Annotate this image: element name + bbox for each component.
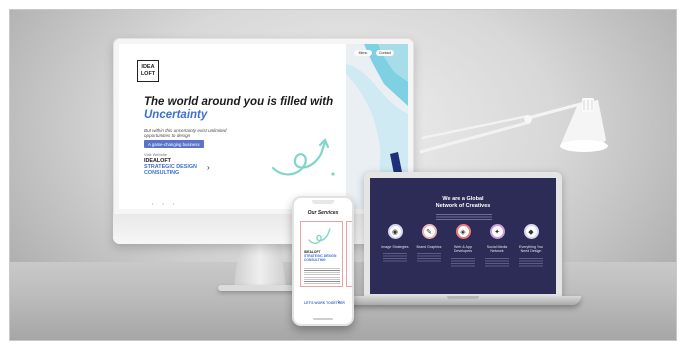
service-card-title: IDEALOFT STRATEGIC DESIGN CONSULTING [304, 250, 336, 262]
phone-title: Our Services [307, 210, 339, 216]
slide-dots[interactable]: • • • [152, 201, 178, 206]
service-label: Everything You Need Design [519, 245, 543, 254]
swirl-arrow-icon [308, 228, 331, 244]
logo-line-2: LOFT [140, 71, 156, 77]
service-description [519, 257, 543, 268]
service-item[interactable]: ◉ Image Strategies [380, 224, 410, 268]
laptop-screen: We are a Global Network of Creatives ◉ I… [370, 178, 556, 294]
service-card-line-3: CONSULTING [304, 258, 326, 262]
imac-stand-neck [234, 243, 286, 287]
network-icon: ✦ [489, 224, 505, 239]
chevron-right-icon[interactable]: › [207, 163, 210, 172]
map-menu-button[interactable]: Menu [354, 50, 372, 56]
map-contact-button[interactable]: Contact [376, 50, 394, 56]
service-label: Social Media Network [486, 245, 508, 254]
services-row: ◉ Image Strategies ✎ Brand Graphics ◈ We… [380, 224, 546, 268]
smartphone: Our Services IDEALOFT STRATEGIC DESIGN C… [292, 196, 354, 326]
desk-lamp-illustration [419, 98, 608, 154]
camera-icon: ◉ [387, 224, 403, 239]
service-label: Image Strategies [381, 245, 409, 249]
laptop: We are a Global Network of Creatives ◉ I… [364, 172, 562, 298]
service-description [383, 253, 407, 264]
service-description [485, 257, 509, 268]
service-item[interactable]: ◆ Everything You Need Design [516, 224, 546, 268]
laptop-description-text [436, 214, 492, 220]
service-item[interactable]: ✎ Brand Graphics [414, 224, 444, 268]
logo-line-1: IDEA [141, 64, 155, 70]
idealoft-logo[interactable]: IDEA LOFT [137, 60, 159, 82]
home-indicator [313, 318, 333, 320]
hero-headline: The world around you is filled with Unce… [144, 96, 334, 122]
brand-line-3: CONSULTING [144, 170, 180, 177]
design-icon: ◆ [523, 224, 539, 239]
laptop-heading-line-1: We are a Global [442, 196, 484, 202]
brand-icon: ✎ [421, 224, 437, 239]
laptop-notch [447, 296, 479, 299]
brand-link[interactable]: IDEALOFT STRATEGIC DESIGN CONSULTING [144, 158, 197, 177]
imac-stand-foot [218, 285, 302, 291]
service-description [451, 257, 475, 268]
next-card-peek[interactable] [346, 221, 352, 287]
service-item[interactable]: ✦ Social Media Network [482, 224, 512, 268]
code-icon: ◈ [455, 224, 471, 239]
service-label: Web & App Developers [453, 245, 473, 254]
chevron-right-icon[interactable]: › [338, 299, 340, 305]
service-card-text [304, 268, 340, 284]
service-label: Brand Graphics [416, 245, 442, 249]
hero-pill: A game-changing business [144, 140, 204, 148]
service-item[interactable]: ◈ Web & App Developers [448, 224, 478, 268]
hero-subline: But within this uncertainty exist unlimi… [144, 128, 227, 139]
service-description [417, 253, 441, 264]
phone-notch [312, 200, 334, 204]
headline-accent: Uncertainty [144, 109, 208, 121]
laptop-heading: We are a Global Network of Creatives [370, 196, 556, 210]
service-card[interactable]: IDEALOFT STRATEGIC DESIGN CONSULTING [300, 221, 343, 287]
swirl-arrow-illustration [271, 138, 335, 176]
laptop-heading-line-2: Network of Creatives [435, 203, 491, 209]
headline-prefix: The world around you is filled with [144, 96, 334, 108]
hero-caption: Visit Website [144, 152, 167, 157]
